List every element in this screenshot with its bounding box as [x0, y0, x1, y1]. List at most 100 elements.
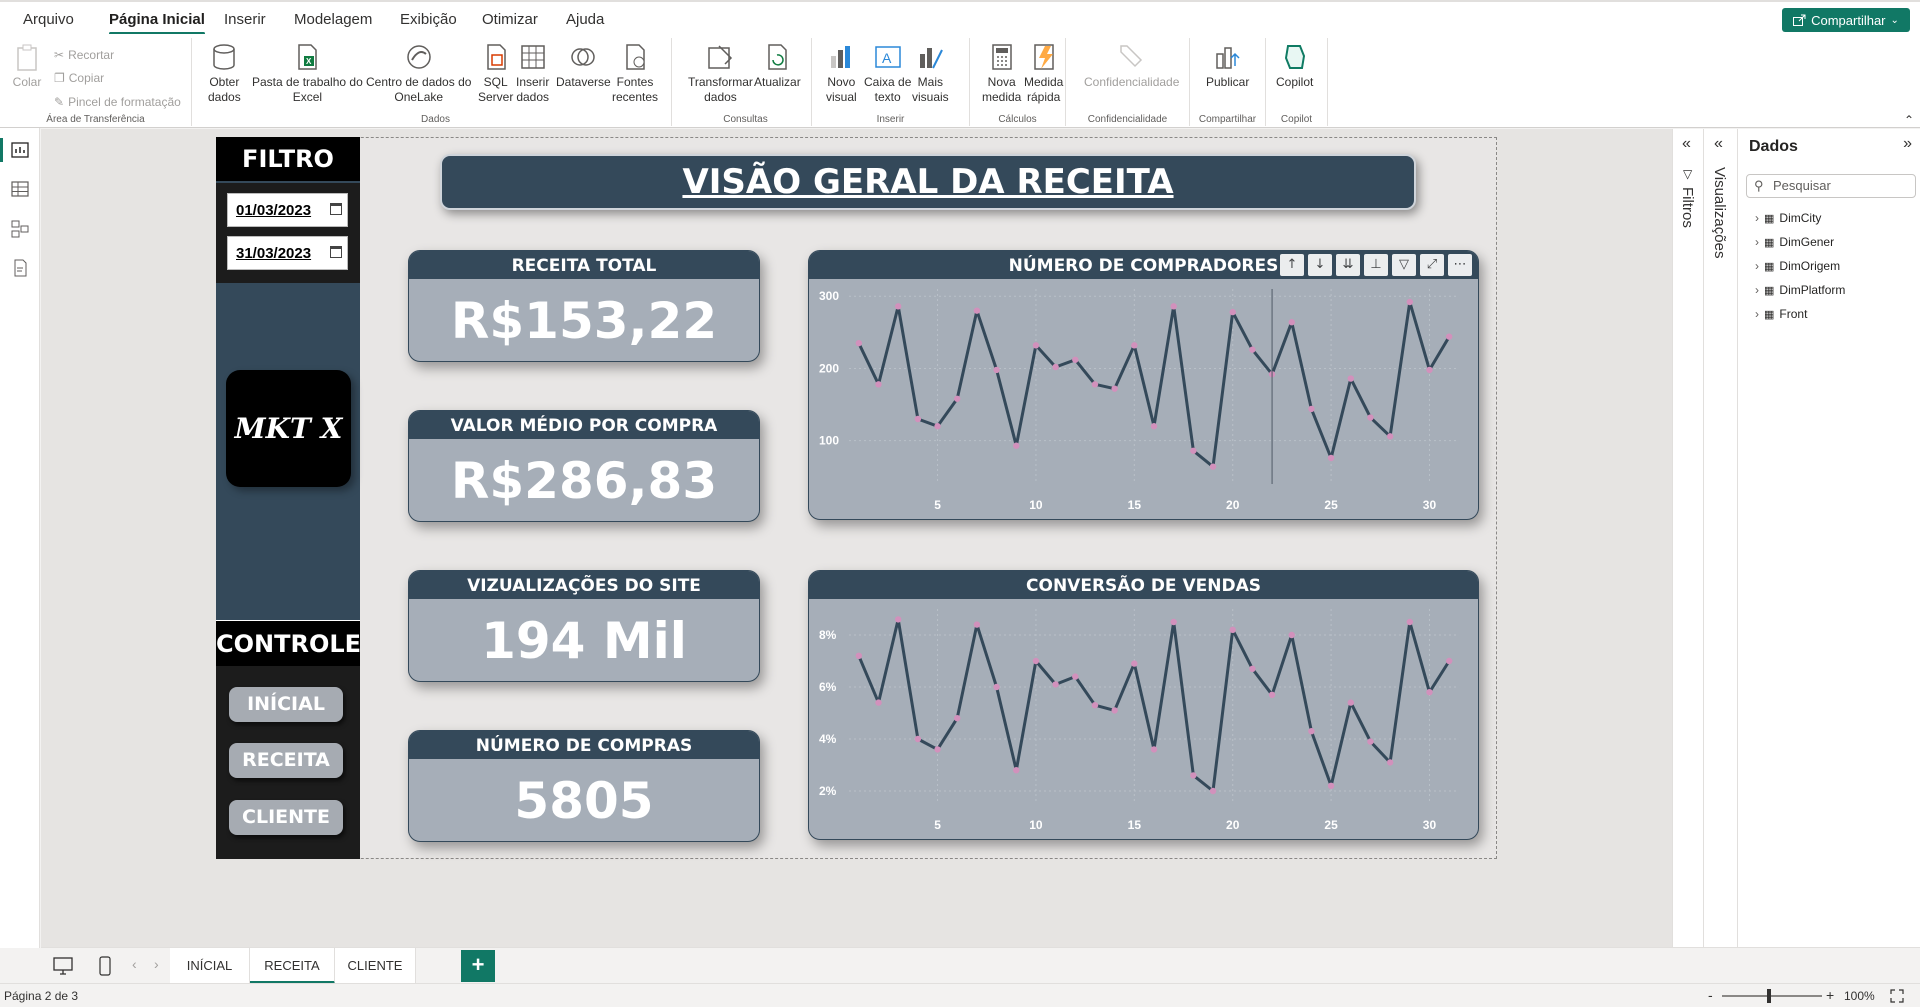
- start-date-input[interactable]: 01/03/2023: [227, 193, 348, 227]
- data-point[interactable]: [993, 366, 1000, 374]
- data-point[interactable]: [1209, 787, 1217, 795]
- data-point[interactable]: [1426, 689, 1433, 696]
- tab-receita[interactable]: RECEITA: [250, 948, 335, 984]
- dax-query-view-icon[interactable]: [10, 258, 30, 278]
- refresh-button[interactable]: Atualizar: [754, 42, 801, 90]
- recent-sources-button[interactable]: Fontes recentes: [612, 42, 658, 105]
- publish-button[interactable]: Publicar: [1206, 42, 1249, 90]
- data-point[interactable]: [1406, 298, 1414, 306]
- nav-button-cliente[interactable]: CLIENTE: [229, 800, 343, 835]
- data-point[interactable]: [875, 699, 882, 706]
- textbox-button[interactable]: A Caixa de texto: [864, 42, 911, 105]
- share-button[interactable]: Compartilhar ⌄: [1782, 8, 1910, 32]
- data-point[interactable]: [1288, 319, 1295, 326]
- data-point[interactable]: [1327, 782, 1335, 789]
- data-point[interactable]: [934, 423, 941, 430]
- data-point[interactable]: [1190, 447, 1197, 454]
- report-view-icon[interactable]: [10, 140, 30, 160]
- zoom-slider[interactable]: [1722, 989, 1822, 1003]
- more-options-icon[interactable]: ⋯: [1448, 254, 1472, 276]
- new-visual-button[interactable]: Novo visual: [826, 42, 857, 105]
- calendar-icon[interactable]: [330, 246, 342, 258]
- expand-filters-icon[interactable]: «: [1682, 135, 1691, 153]
- onelake-button[interactable]: Centro de dados do OneLake: [366, 42, 471, 105]
- data-point[interactable]: [1406, 618, 1414, 626]
- data-point[interactable]: [1229, 626, 1236, 633]
- desktop-layout-icon[interactable]: [53, 957, 73, 975]
- table-item[interactable]: › ▦ DimOrigem: [1755, 259, 1840, 273]
- data-point[interactable]: [1229, 308, 1236, 316]
- data-point[interactable]: [1032, 342, 1040, 349]
- data-point[interactable]: [1347, 699, 1354, 706]
- zoom-out-button[interactable]: -: [1708, 987, 1713, 1003]
- collapse-data-pane-icon[interactable]: »: [1903, 135, 1912, 153]
- data-point[interactable]: [1288, 631, 1295, 639]
- data-point[interactable]: [914, 415, 922, 423]
- data-point[interactable]: [1091, 381, 1099, 388]
- more-visuals-button[interactable]: Mais visuais: [912, 42, 949, 105]
- data-point[interactable]: [1032, 657, 1040, 665]
- data-point[interactable]: [914, 735, 922, 743]
- data-point[interactable]: [1209, 463, 1217, 470]
- data-point[interactable]: [1426, 366, 1433, 374]
- data-point[interactable]: [855, 652, 863, 659]
- zoom-slider-thumb[interactable]: [1767, 989, 1771, 1003]
- data-point[interactable]: [934, 746, 941, 753]
- data-point[interactable]: [1308, 728, 1315, 735]
- data-point[interactable]: [1367, 738, 1374, 745]
- nav-button-receita[interactable]: RECEITA: [229, 743, 343, 778]
- add-page-button[interactable]: +: [461, 950, 495, 982]
- filter-icon[interactable]: ▽: [1392, 254, 1416, 276]
- data-point[interactable]: [1111, 385, 1118, 392]
- visualizations-pane[interactable]: « Visualizações: [1703, 129, 1737, 947]
- tab-inicial[interactable]: INÍCIAL: [170, 948, 250, 984]
- chart-card-conversion[interactable]: CONVERSÃO DE VENDAS 2% 4% 6% 8% 5 10 15 20 25 30: [808, 570, 1479, 840]
- nav-button-inicial[interactable]: INÍCIAL: [229, 687, 343, 722]
- tab-cliente[interactable]: CLIENTE: [335, 948, 416, 984]
- menu-exibicao[interactable]: Exibição: [400, 11, 457, 28]
- paste-button[interactable]: Colar: [12, 42, 42, 90]
- data-point[interactable]: [1249, 665, 1256, 672]
- data-point[interactable]: [894, 616, 902, 623]
- data-point[interactable]: [1190, 772, 1197, 779]
- data-point[interactable]: [1013, 767, 1020, 774]
- collapse-ribbon-icon[interactable]: ⌃: [1904, 113, 1914, 127]
- filters-pane[interactable]: « ▽ Filtros: [1672, 129, 1703, 947]
- table-item[interactable]: › ▦ Front: [1755, 307, 1807, 321]
- data-point[interactable]: [1052, 681, 1059, 688]
- cut-button[interactable]: ✂ Recortar: [54, 48, 114, 62]
- transform-data-button[interactable]: Transformar dados: [688, 42, 753, 105]
- data-point[interactable]: [855, 339, 863, 347]
- data-point[interactable]: [1249, 346, 1256, 353]
- data-point[interactable]: [1170, 618, 1177, 626]
- table-item[interactable]: › ▦ DimCity: [1755, 211, 1821, 225]
- excel-button[interactable]: X Pasta de trabalho do Excel: [252, 42, 363, 105]
- expand-next-level-icon[interactable]: ⇊: [1336, 254, 1360, 276]
- data-point[interactable]: [1072, 356, 1079, 363]
- data-point[interactable]: [1150, 423, 1158, 430]
- data-point[interactable]: [1131, 660, 1138, 667]
- dataverse-button[interactable]: Dataverse: [556, 42, 611, 90]
- menu-inserir[interactable]: Inserir: [224, 11, 266, 28]
- data-point[interactable]: [1131, 342, 1138, 349]
- table-view-icon[interactable]: [10, 179, 30, 199]
- data-point[interactable]: [1150, 746, 1158, 753]
- chart-card-buyers[interactable]: NÚMERO DE COMPRADORES ↑ ↓ ⇊ ⊥ ▽ ⤢ ⋯ 100 2…: [808, 250, 1479, 520]
- menu-ajuda[interactable]: Ajuda: [566, 11, 604, 28]
- data-point[interactable]: [954, 395, 961, 402]
- data-search-input[interactable]: ⚲ Pesquisar: [1746, 174, 1916, 198]
- model-view-icon[interactable]: [10, 219, 30, 239]
- copilot-button[interactable]: Copilot: [1276, 42, 1313, 90]
- format-painter-button[interactable]: ✎ Pincel de formatação: [54, 95, 181, 109]
- tab-scroll-right-icon[interactable]: ›: [154, 956, 159, 972]
- data-point[interactable]: [1091, 702, 1099, 709]
- data-point[interactable]: [1268, 691, 1276, 698]
- expand-hierarchy-icon[interactable]: ⊥: [1364, 254, 1388, 276]
- fit-to-page-icon[interactable]: [1890, 989, 1904, 1003]
- enter-data-button[interactable]: Inserir dados: [516, 42, 549, 105]
- sensitivity-button[interactable]: Confidencialidade: [1084, 42, 1179, 90]
- data-point[interactable]: [1367, 414, 1374, 421]
- data-point[interactable]: [954, 715, 961, 722]
- data-point[interactable]: [1445, 333, 1453, 340]
- data-point[interactable]: [973, 621, 981, 628]
